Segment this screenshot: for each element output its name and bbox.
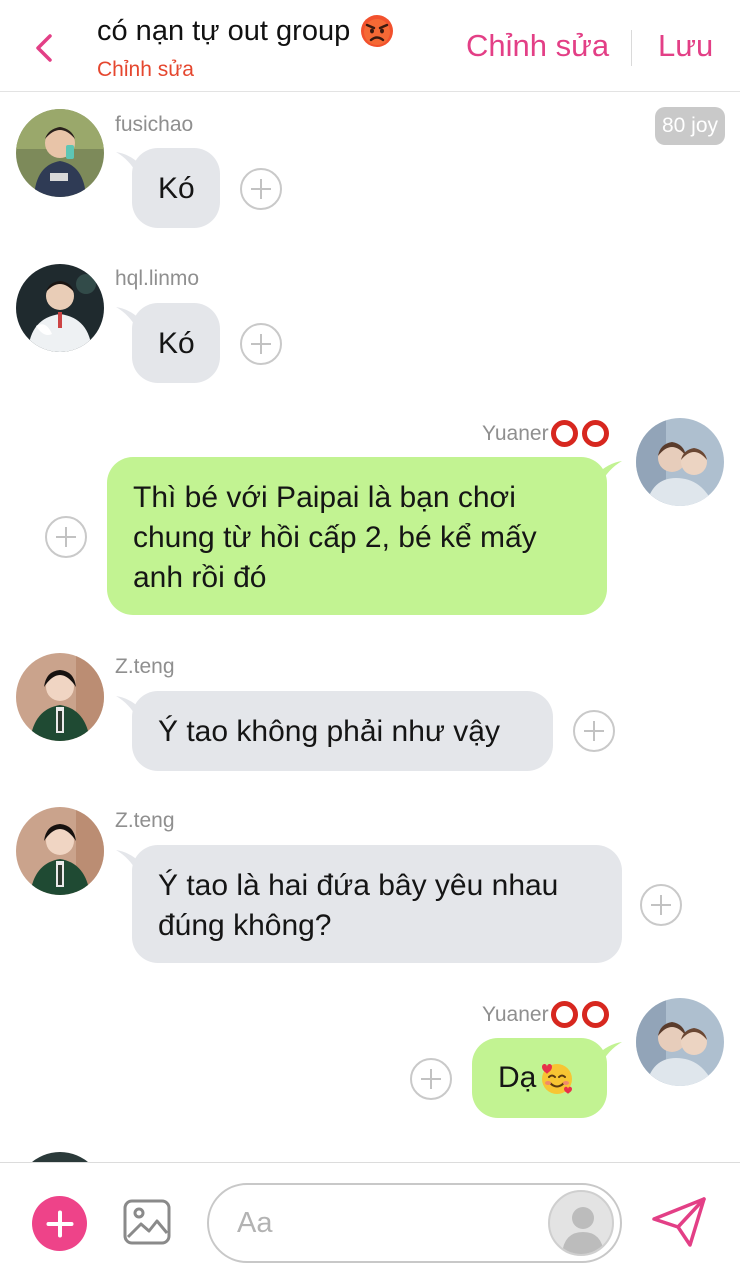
react-plus-button[interactable] [410,1058,452,1100]
angry-face-icon [361,15,394,47]
message-input[interactable] [237,1203,537,1243]
add-button[interactable] [32,1196,87,1251]
edit-button[interactable]: Chỉnh sửa [466,28,609,64]
react-plus-button[interactable] [240,168,282,210]
message-bubble[interactable]: Ý tao không phải như vậy [132,691,553,771]
react-plus-button[interactable] [240,323,282,365]
message-bubble[interactable]: Kó [132,148,220,228]
title-block[interactable]: có nạn tự out group Chỉnh sửa [97,12,394,82]
message-text: Ý tao không phải như vậy [158,715,500,748]
message-text: Kó [158,327,195,360]
avatar-yuaner[interactable] [636,998,724,1086]
sender-name: Yuaner [482,1002,549,1026]
avatar-hql-linmo[interactable] [16,264,104,352]
message-bubble[interactable]: Dạ [472,1038,607,1118]
sender-name: hql.linmo [115,267,200,290]
sender-name-row: Yuaner [482,1001,609,1028]
message-text: Dạ [498,1061,537,1094]
avatar-fusichao[interactable] [16,109,104,197]
double-ring-icon [550,420,609,447]
chat-header: có nạn tự out group Chỉnh sửa Chỉnh sửa … [0,0,740,92]
send-icon[interactable] [650,1195,708,1249]
message-bubble[interactable]: Ý tao là hai đứa bây yêu nhau đúng không… [132,845,622,963]
smiling-face-with-hearts-icon [542,1064,573,1094]
persona-avatar-icon[interactable] [548,1190,614,1256]
message-bubble[interactable]: Kó [132,303,220,383]
conversation-title-text: có nạn tự out group [97,14,351,47]
image-icon[interactable] [122,1197,172,1247]
conversation-subtitle: Chỉnh sửa [97,58,194,81]
react-plus-button[interactable] [640,884,682,926]
avatar-partial[interactable] [16,1152,104,1162]
message-input-wrapper[interactable] [207,1183,622,1263]
message-text: Kó [158,172,195,205]
conversation-title: có nạn tự out group [97,12,394,50]
header-divider [631,30,632,66]
sender-name: Yuaner [482,421,549,445]
message-composer [0,1162,740,1280]
avatar-z-teng[interactable] [16,807,104,895]
back-chevron-icon[interactable] [28,28,60,68]
double-ring-icon [550,1001,609,1028]
sender-name: fusichao [115,113,194,136]
sender-name: Z.teng [115,809,175,832]
message-bubble[interactable]: Thì bé với Paipai là bạn chơi chung từ h… [107,457,607,615]
message-list[interactable]: 80 joy fusichao Kó hql.linmo Kó Yuaner T… [0,92,740,1162]
react-plus-button[interactable] [573,710,615,752]
avatar-z-teng[interactable] [16,653,104,741]
react-plus-button[interactable] [45,516,87,558]
message-text: Ý tao là hai đứa bây yêu nhau đúng không… [158,869,559,942]
save-button[interactable]: Lưu [658,28,713,64]
points-badge: 80 joy [655,107,725,145]
sender-name: Z.teng [115,655,175,678]
sender-name-row: Yuaner [482,420,609,447]
avatar-yuaner[interactable] [636,418,724,506]
message-text: Thì bé với Paipai là bạn chơi chung từ h… [133,481,537,594]
